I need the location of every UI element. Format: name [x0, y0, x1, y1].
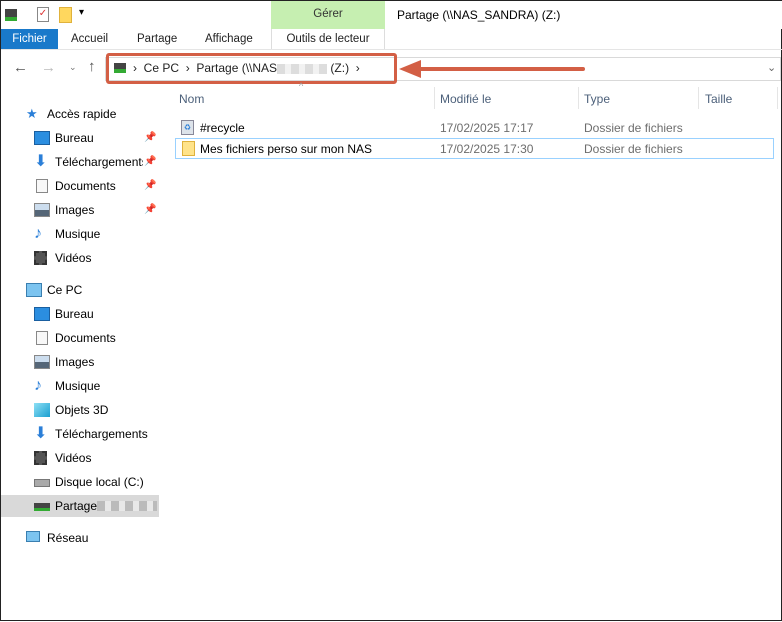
- sidebar-item-images[interactable]: Images 📌: [1, 199, 166, 221]
- sidebar-item-bureau[interactable]: Bureau 📌: [1, 127, 166, 149]
- sidebar-quick-access[interactable]: ★ Accès rapide: [1, 103, 166, 125]
- breadcrumb-drive[interactable]: (Z:): [330, 61, 349, 75]
- folder-icon: [182, 141, 195, 156]
- tab-accueil[interactable]: Accueil: [71, 29, 108, 49]
- sidebar-item-documents[interactable]: Documents: [1, 327, 166, 349]
- sidebar-item-images[interactable]: Images: [1, 351, 166, 373]
- network-icon: [26, 531, 40, 542]
- column-header-taille[interactable]: Taille: [705, 91, 732, 111]
- back-button[interactable]: ←: [13, 59, 28, 76]
- sidebar-item-documents[interactable]: Documents 📌: [1, 175, 166, 197]
- sort-indicator: ^: [299, 81, 304, 91]
- drive-icon: [114, 63, 126, 73]
- breadcrumb-partage[interactable]: Partage (\\NAS: [196, 61, 277, 75]
- column-header-modifie[interactable]: Modifié le: [440, 91, 491, 111]
- network-drive-icon: [34, 503, 50, 511]
- chevron-right-icon: ›: [355, 61, 360, 75]
- recycle-bin-icon: ♻: [181, 120, 194, 135]
- sidebar-network[interactable]: Réseau: [1, 527, 166, 549]
- column-divider[interactable]: [698, 87, 699, 109]
- chevron-right-icon: ›: [185, 61, 190, 75]
- pin-icon[interactable]: 📌: [144, 151, 156, 173]
- sidebar-item-telechargements[interactable]: ⬇ Téléchargements 📌: [1, 151, 166, 173]
- tab-fichier[interactable]: Fichier: [1, 29, 58, 49]
- file-modified: 17/02/2025 17:17: [440, 121, 534, 135]
- chevron-right-icon: ›: [133, 61, 137, 75]
- file-name: Mes fichiers perso sur mon NAS: [200, 142, 373, 156]
- up-button[interactable]: ↑: [88, 58, 96, 75]
- desktop-icon: [34, 131, 50, 145]
- title-bar: [1, 1, 782, 29]
- music-icon: ♪: [34, 377, 42, 394]
- download-icon: ⬇: [34, 425, 48, 442]
- file-type: Dossier de fichiers: [584, 121, 683, 135]
- computer-icon: [26, 283, 42, 297]
- ribbon-divider: [1, 49, 782, 50]
- column-header-nom[interactable]: Nom: [179, 91, 204, 111]
- documents-icon: [36, 179, 48, 193]
- file-row[interactable]: ♻ #recycle 17/02/2025 17:17 Dossier de f…: [175, 118, 774, 138]
- sidebar: ★ Accès rapide Bureau 📌 ⬇ Téléchargements 📌 …: [1, 89, 171, 622]
- cube-3d-icon: [34, 403, 50, 417]
- breadcrumb-ce-pc[interactable]: Ce PC: [144, 61, 179, 75]
- new-folder-icon[interactable]: [59, 7, 72, 23]
- window-title: Partage (\\NAS_SANDRA) (Z:): [397, 8, 561, 22]
- sidebar-item-musique[interactable]: ♪ Musique: [1, 223, 166, 245]
- sidebar-item-disque-local[interactable]: Disque local (C:): [1, 471, 166, 493]
- documents-icon: [36, 331, 48, 345]
- sidebar-this-pc[interactable]: Ce PC: [1, 279, 166, 301]
- sidebar-item-telechargements[interactable]: ⬇ Téléchargements: [1, 423, 166, 445]
- sidebar-item-videos[interactable]: Vidéos: [1, 447, 166, 469]
- annotation-arrow: [399, 60, 585, 78]
- sidebar-item-bureau[interactable]: Bureau: [1, 303, 166, 325]
- customize-toolbar-icon[interactable]: ▾: [79, 7, 84, 18]
- pin-icon[interactable]: 📌: [144, 175, 156, 197]
- images-icon: [34, 203, 50, 217]
- blurred-text: [97, 501, 157, 511]
- column-header-type[interactable]: Type: [584, 91, 610, 111]
- column-divider[interactable]: [434, 87, 435, 109]
- recent-dropdown[interactable]: ⌄: [69, 62, 77, 73]
- file-row[interactable]: Mes fichiers perso sur mon NAS 17/02/202…: [175, 138, 774, 159]
- breadcrumb: › Ce PC › Partage (\\NAS (Z:) ›: [133, 61, 360, 75]
- file-type: Dossier de fichiers: [584, 142, 683, 156]
- music-icon: ♪: [34, 225, 42, 242]
- properties-icon[interactable]: ✓: [37, 7, 49, 22]
- pin-icon[interactable]: 📌: [144, 127, 156, 149]
- videos-icon: [34, 451, 47, 465]
- sidebar-item-musique[interactable]: ♪ Musique: [1, 375, 166, 397]
- local-disk-icon: [34, 479, 50, 487]
- sidebar-item-objets-3d[interactable]: Objets 3D: [1, 399, 166, 421]
- pin-icon[interactable]: 📌: [144, 199, 156, 221]
- videos-icon: [34, 251, 47, 265]
- images-icon: [34, 355, 50, 369]
- file-modified: 17/02/2025 17:30: [440, 142, 534, 156]
- sidebar-item-videos[interactable]: Vidéos: [1, 247, 166, 269]
- blurred-text: [277, 63, 328, 74]
- star-icon: ★: [26, 106, 38, 121]
- column-divider[interactable]: [777, 87, 778, 109]
- column-divider[interactable]: [578, 87, 579, 109]
- desktop-icon: [34, 307, 50, 321]
- drive-icon: [5, 9, 17, 21]
- sidebar-item-partage[interactable]: Partage: [1, 495, 159, 517]
- download-icon: ⬇: [34, 153, 48, 170]
- tab-affichage[interactable]: Affichage: [205, 29, 253, 49]
- tab-outils-de-lecteur[interactable]: Outils de lecteur: [271, 29, 385, 49]
- forward-button[interactable]: →: [41, 59, 56, 76]
- context-group-label: Gérer: [271, 1, 385, 29]
- file-name: #recycle: [200, 121, 245, 135]
- address-dropdown[interactable]: ⌄: [767, 61, 776, 74]
- tab-partage[interactable]: Partage: [137, 29, 177, 49]
